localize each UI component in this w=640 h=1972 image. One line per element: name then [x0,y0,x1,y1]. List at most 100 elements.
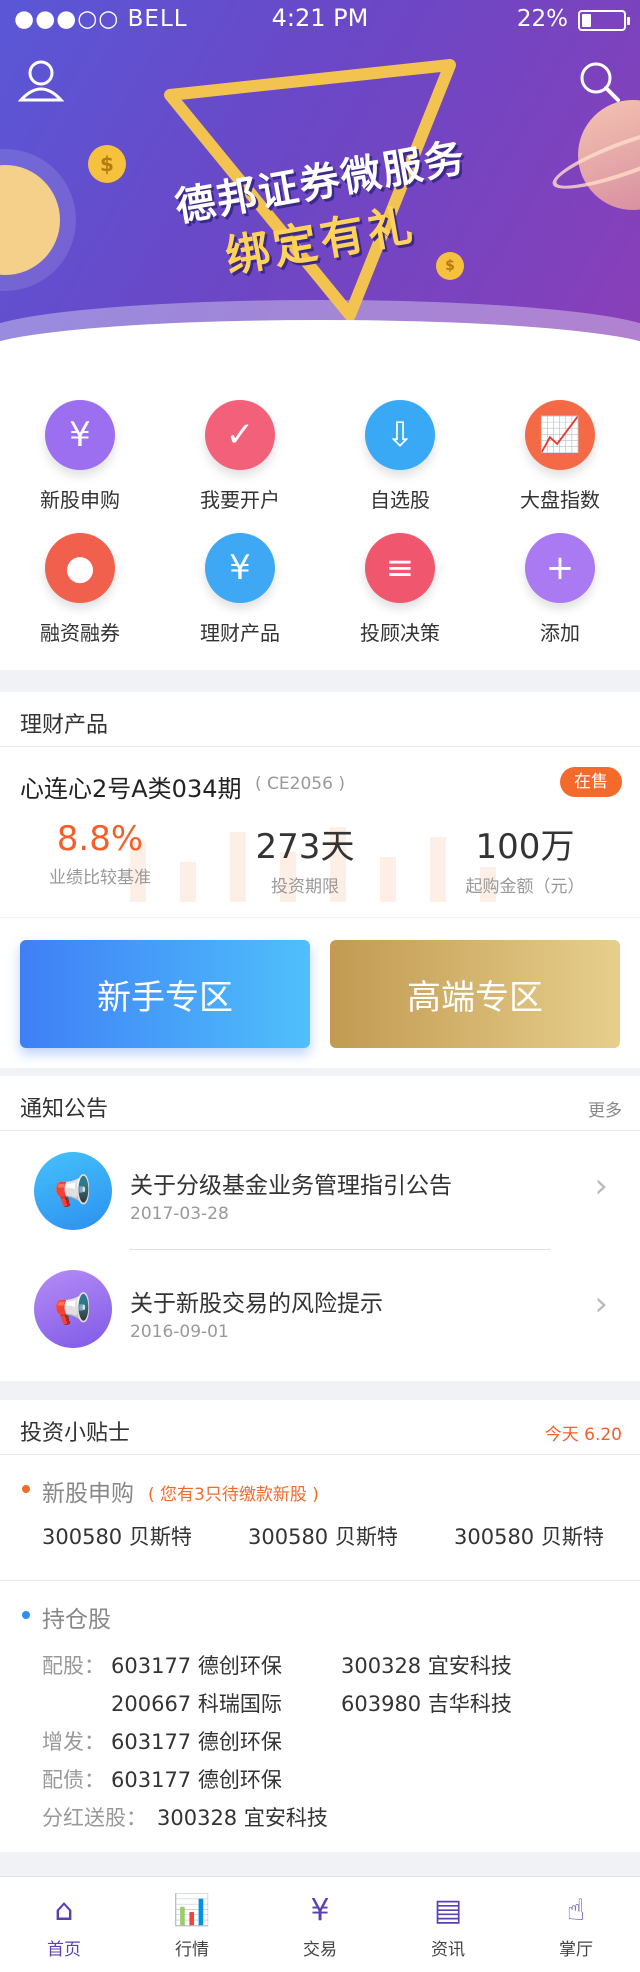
quick-menu-label: 自选股 [370,488,430,512]
newbie-zone-label: 新手专区 [97,977,233,1018]
holding-label: 配债： [42,1768,105,1792]
quick-menu-label: 融资融券 [40,621,120,645]
notice-title: 关于新股交易的风险提示 [130,1291,383,1317]
megaphone-icon: 📢 [34,1270,112,1348]
battery-icon [578,10,630,31]
drop-icon: ● [45,533,115,603]
holding-stock: 603177 德创环保 [111,1730,282,1754]
holdings-tip[interactable]: 持仓股 配股： 603177 德创环保 300328 宜安科技 200667 科… [0,1582,640,1852]
user-icon[interactable] [18,58,64,102]
holding-stock: 300328 宜安科技 [157,1806,328,1830]
metric-rate: 8.8% 业绩比较基准 [20,819,180,888]
tab-label: 行情 [175,1940,209,1960]
chevron-right-icon: › [594,1166,608,1206]
ipo-stock: 300580 贝斯特 [248,1525,398,1549]
wallet-yen-icon: ¥ [205,533,275,603]
tap-hand-icon: ☝ [566,1893,586,1928]
quick-menu-label: 投顾决策 [360,621,440,645]
notice-item[interactable]: 📢 关于分级基金业务管理指引公告 2017-03-28 › [0,1132,640,1250]
premium-zone-label: 高端专区 [407,977,543,1018]
metric-min-amount: 100万 起购金额（元） [430,819,620,897]
more-link[interactable]: 更多 [588,1096,622,1121]
download-box-icon: ⇩ [365,400,435,470]
notice-date: 2017-03-28 [130,1204,229,1224]
metric-value: 273天 [255,827,355,867]
tab-item[interactable]: ⌂ 首页 [0,1877,128,1972]
signpost-icon: ≡ [365,533,435,603]
holding-label: 配股： [42,1654,105,1678]
megaphone-icon: 📢 [34,1152,112,1230]
quick-menu-label: 大盘指数 [520,488,600,512]
holding-label: 分红送股： [42,1806,147,1830]
tab-item[interactable]: ¥ 交易 [256,1877,384,1972]
quick-menu-item[interactable]: ¥ 新股申购 [0,400,160,513]
product-card[interactable]: 心连心2号A类034期 ( CE2056 ) 在售 8.8% 业绩比较基准 27… [0,747,640,917]
battery-percent: 22% [516,6,568,32]
holding-stock: 300328 宜安科技 [341,1654,512,1678]
product-section-header: 理财产品 [0,692,640,747]
status-bar: ●●●○○ BELL 4:21 PM 22% [0,0,640,40]
notice-title: 关于分级基金业务管理指引公告 [130,1173,452,1199]
notice-item[interactable]: 📢 关于新股交易的风险提示 2016-09-01 › [0,1250,640,1368]
metric-term: 273天 投资期限 [225,819,385,897]
blue-dot-icon [22,1611,30,1619]
tips-section: 投资小贴士 今天 6.20 新股申购 ( 您有3只待缴款新股 ) 300580 … [0,1400,640,1852]
metric-label: 投资期限 [271,877,339,897]
quick-menu-item[interactable]: ● 融资融券 [0,533,160,646]
holding-label: 增发： [42,1730,105,1754]
notice-section: 通知公告 更多 📢 关于分级基金业务管理指引公告 2017-03-28 › 📢 … [0,1076,640,1381]
metric-value: 100万 [475,827,575,867]
tab-item[interactable]: ☝ 掌厅 [512,1877,640,1972]
document-icon: ▤ [433,1893,463,1928]
quick-menu-label: 新股申购 [40,488,120,512]
section-title: 理财产品 [20,713,109,738]
tab-item[interactable]: ▤ 资讯 [384,1877,512,1972]
search-icon[interactable] [578,60,622,104]
quick-menu-item[interactable]: ✓ 我要开户 [160,400,320,513]
ipo-tip[interactable]: 新股申购 ( 您有3只待缴款新股 ) 300580 贝斯特 300580 贝斯特… [0,1456,640,1581]
tab-label: 交易 [303,1940,337,1960]
yen-circle-icon: ¥ [310,1893,330,1928]
premium-zone-button[interactable]: 高端专区 [330,940,620,1048]
coin-icon: $ [88,145,126,183]
quick-menu-label: 我要开户 [200,488,280,512]
chart-up-icon: 📈 [525,400,595,470]
newbie-zone-button[interactable]: 新手专区 [20,940,310,1048]
section-title: 投资小贴士 [20,1421,131,1446]
holding-stock: 603177 德创环保 [111,1768,282,1792]
home-icon: ⌂ [54,1893,74,1928]
quick-menu-item[interactable]: ≡ 投顾决策 [320,533,480,646]
metric-label: 起购金额（元） [465,877,585,897]
holding-stock: 200667 科瑞国际 [111,1692,282,1716]
tab-label: 掌厅 [559,1940,593,1960]
promo-banner[interactable]: $ $ 德邦证券微服务 绑定有礼 ●●●○○ BELL 4:21 PM 22% [0,0,640,365]
orange-dot-icon [22,1485,30,1493]
metric-value: 8.8% [56,819,144,859]
ipo-title: 新股申购 [42,1481,134,1507]
holdings-title: 持仓股 [42,1607,111,1633]
holding-stock: 603177 德创环保 [111,1654,282,1678]
yen-hand-icon: ¥ [45,400,115,470]
bar-chart-icon: 📊 [173,1893,211,1928]
quick-menu-item[interactable]: ⇩ 自选股 [320,400,480,513]
quick-menu-item[interactable]: + 添加 [480,533,640,646]
metric-label: 业绩比较基准 [49,868,151,888]
battery-level [582,14,591,27]
status-badge: 在售 [560,767,622,797]
notice-date: 2016-09-01 [130,1322,229,1342]
quick-menu-item[interactable]: 📈 大盘指数 [480,400,640,513]
section-title: 通知公告 [20,1097,109,1122]
ipo-stock: 300580 贝斯特 [42,1525,192,1549]
tips-section-header: 投资小贴士 今天 6.20 [0,1400,640,1455]
tab-label: 首页 [47,1940,81,1960]
quick-menu-label: 添加 [540,621,580,645]
tips-date: 今天 6.20 [544,1425,622,1445]
quick-menu-grid: ¥ 新股申购 ✓ 我要开户 ⇩ 自选股 📈 大盘指数 ● 融资融券 ¥ 理财产品 ≡ 投顾决策 + 添加 [0,365,640,670]
product-name: 心连心2号A类034期 [20,775,242,803]
bottom-tab-bar: ⌂ 首页 📊 行情 ¥ 交易 ▤ 资讯 ☝ 掌厅 [0,1876,640,1972]
product-code: ( CE2056 ) [255,774,345,794]
tab-item[interactable]: 📊 行情 [128,1877,256,1972]
clock-check-icon: ✓ [205,400,275,470]
notice-section-header: 通知公告 更多 [0,1076,640,1131]
quick-menu-item[interactable]: ¥ 理财产品 [160,533,320,646]
